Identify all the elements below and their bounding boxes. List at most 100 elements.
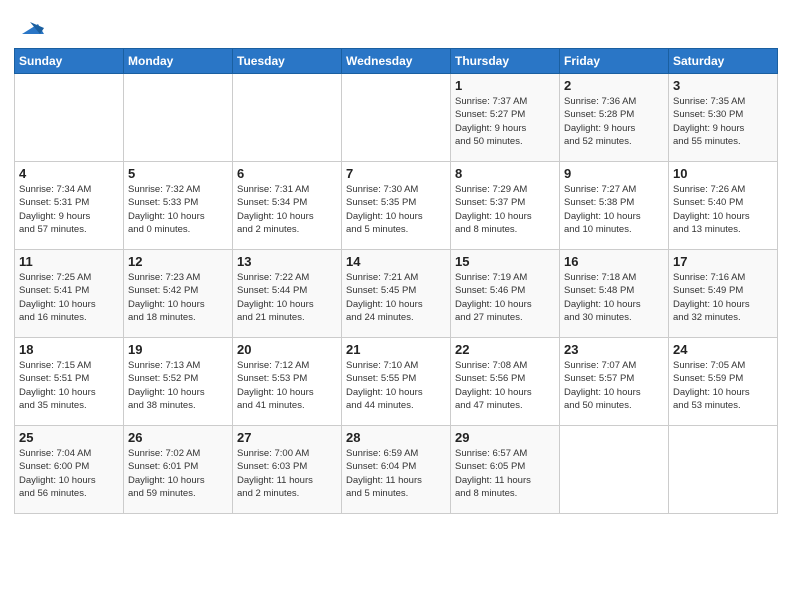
day-number: 4 <box>19 166 119 181</box>
day-number: 16 <box>564 254 664 269</box>
day-info: Sunrise: 7:25 AMSunset: 5:41 PMDaylight:… <box>19 271 119 324</box>
day-number: 15 <box>455 254 555 269</box>
calendar-week-1: 1 Sunrise: 7:37 AMSunset: 5:27 PMDaylight… <box>15 74 778 162</box>
day-info: Sunrise: 7:05 AMSunset: 5:59 PMDaylight:… <box>673 359 773 412</box>
day-number: 27 <box>237 430 337 445</box>
day-number: 1 <box>455 78 555 93</box>
weekday-header-tuesday: Tuesday <box>233 49 342 74</box>
calendar-cell: 19 Sunrise: 7:13 AMSunset: 5:52 PMDayligh… <box>124 338 233 426</box>
calendar-cell: 16 Sunrise: 7:18 AMSunset: 5:48 PMDayligh… <box>560 250 669 338</box>
calendar-cell: 12 Sunrise: 7:23 AMSunset: 5:42 PMDayligh… <box>124 250 233 338</box>
day-number: 24 <box>673 342 773 357</box>
day-info: Sunrise: 7:30 AMSunset: 5:35 PMDaylight:… <box>346 183 446 236</box>
day-info: Sunrise: 7:00 AMSunset: 6:03 PMDaylight:… <box>237 447 337 500</box>
day-number: 3 <box>673 78 773 93</box>
day-number: 17 <box>673 254 773 269</box>
calendar-cell: 29 Sunrise: 6:57 AMSunset: 6:05 PMDayligh… <box>451 426 560 514</box>
calendar-cell: 27 Sunrise: 7:00 AMSunset: 6:03 PMDayligh… <box>233 426 342 514</box>
day-info: Sunrise: 7:23 AMSunset: 5:42 PMDaylight:… <box>128 271 228 324</box>
calendar-table: SundayMondayTuesdayWednesdayThursdayFrid… <box>14 48 778 514</box>
day-number: 13 <box>237 254 337 269</box>
calendar-cell: 8 Sunrise: 7:29 AMSunset: 5:37 PMDaylight… <box>451 162 560 250</box>
day-info: Sunrise: 6:57 AMSunset: 6:05 PMDaylight:… <box>455 447 555 500</box>
day-info: Sunrise: 7:16 AMSunset: 5:49 PMDaylight:… <box>673 271 773 324</box>
calendar-cell: 25 Sunrise: 7:04 AMSunset: 6:00 PMDayligh… <box>15 426 124 514</box>
day-info: Sunrise: 7:22 AMSunset: 5:44 PMDaylight:… <box>237 271 337 324</box>
calendar-cell: 10 Sunrise: 7:26 AMSunset: 5:40 PMDayligh… <box>669 162 778 250</box>
weekday-header-friday: Friday <box>560 49 669 74</box>
day-info: Sunrise: 7:27 AMSunset: 5:38 PMDaylight:… <box>564 183 664 236</box>
calendar-cell: 26Sunrise: 7:02 AMSunset: 6:01 PMDayligh… <box>124 426 233 514</box>
day-number: 9 <box>564 166 664 181</box>
calendar-cell: 22 Sunrise: 7:08 AMSunset: 5:56 PMDayligh… <box>451 338 560 426</box>
day-info: Sunrise: 7:37 AMSunset: 5:27 PMDaylight:… <box>455 95 555 148</box>
calendar-cell: 28 Sunrise: 6:59 AMSunset: 6:04 PMDayligh… <box>342 426 451 514</box>
day-info: Sunrise: 7:19 AMSunset: 5:46 PMDaylight:… <box>455 271 555 324</box>
day-info: Sunrise: 7:21 AMSunset: 5:45 PMDaylight:… <box>346 271 446 324</box>
calendar-week-5: 25 Sunrise: 7:04 AMSunset: 6:00 PMDayligh… <box>15 426 778 514</box>
day-number: 11 <box>19 254 119 269</box>
day-number: 20 <box>237 342 337 357</box>
day-number: 18 <box>19 342 119 357</box>
day-number: 25 <box>19 430 119 445</box>
calendar-cell: 5 Sunrise: 7:32 AMSunset: 5:33 PMDaylight… <box>124 162 233 250</box>
day-info: Sunrise: 7:02 AMSunset: 6:01 PMDaylight:… <box>128 447 228 500</box>
calendar-cell <box>124 74 233 162</box>
day-number: 23 <box>564 342 664 357</box>
calendar-week-4: 18Sunrise: 7:15 AMSunset: 5:51 PMDayligh… <box>15 338 778 426</box>
calendar-cell <box>15 74 124 162</box>
calendar-cell: 3 Sunrise: 7:35 AMSunset: 5:30 PMDaylight… <box>669 74 778 162</box>
day-info: Sunrise: 7:26 AMSunset: 5:40 PMDaylight:… <box>673 183 773 236</box>
day-info: Sunrise: 6:59 AMSunset: 6:04 PMDaylight:… <box>346 447 446 500</box>
day-info: Sunrise: 7:04 AMSunset: 6:00 PMDaylight:… <box>19 447 119 500</box>
logo <box>14 14 44 42</box>
calendar-cell <box>560 426 669 514</box>
weekday-header-row: SundayMondayTuesdayWednesdayThursdayFrid… <box>15 49 778 74</box>
day-number: 29 <box>455 430 555 445</box>
day-number: 14 <box>346 254 446 269</box>
day-info: Sunrise: 7:08 AMSunset: 5:56 PMDaylight:… <box>455 359 555 412</box>
day-info: Sunrise: 7:31 AMSunset: 5:34 PMDaylight:… <box>237 183 337 236</box>
calendar-cell: 17 Sunrise: 7:16 AMSunset: 5:49 PMDayligh… <box>669 250 778 338</box>
calendar-cell: 14 Sunrise: 7:21 AMSunset: 5:45 PMDayligh… <box>342 250 451 338</box>
day-info: Sunrise: 7:07 AMSunset: 5:57 PMDaylight:… <box>564 359 664 412</box>
calendar-cell: 2 Sunrise: 7:36 AMSunset: 5:28 PMDaylight… <box>560 74 669 162</box>
day-info: Sunrise: 7:12 AMSunset: 5:53 PMDaylight:… <box>237 359 337 412</box>
day-number: 12 <box>128 254 228 269</box>
calendar-cell: 18Sunrise: 7:15 AMSunset: 5:51 PMDayligh… <box>15 338 124 426</box>
day-number: 19 <box>128 342 228 357</box>
day-number: 2 <box>564 78 664 93</box>
day-number: 21 <box>346 342 446 357</box>
day-number: 22 <box>455 342 555 357</box>
day-number: 28 <box>346 430 446 445</box>
logo-icon <box>16 14 44 42</box>
day-info: Sunrise: 7:36 AMSunset: 5:28 PMDaylight:… <box>564 95 664 148</box>
calendar-cell: 4 Sunrise: 7:34 AMSunset: 5:31 PMDaylight… <box>15 162 124 250</box>
calendar-cell: 24 Sunrise: 7:05 AMSunset: 5:59 PMDayligh… <box>669 338 778 426</box>
calendar-week-3: 11 Sunrise: 7:25 AMSunset: 5:41 PMDayligh… <box>15 250 778 338</box>
weekday-header-sunday: Sunday <box>15 49 124 74</box>
calendar-cell: 6Sunrise: 7:31 AMSunset: 5:34 PMDaylight… <box>233 162 342 250</box>
weekday-header-thursday: Thursday <box>451 49 560 74</box>
day-info: Sunrise: 7:13 AMSunset: 5:52 PMDaylight:… <box>128 359 228 412</box>
calendar-cell: 23 Sunrise: 7:07 AMSunset: 5:57 PMDayligh… <box>560 338 669 426</box>
calendar-cell: 21 Sunrise: 7:10 AMSunset: 5:55 PMDayligh… <box>342 338 451 426</box>
day-info: Sunrise: 7:35 AMSunset: 5:30 PMDaylight:… <box>673 95 773 148</box>
day-info: Sunrise: 7:10 AMSunset: 5:55 PMDaylight:… <box>346 359 446 412</box>
main-container: SundayMondayTuesdayWednesdayThursdayFrid… <box>0 0 792 520</box>
day-info: Sunrise: 7:18 AMSunset: 5:48 PMDaylight:… <box>564 271 664 324</box>
calendar-cell <box>233 74 342 162</box>
day-number: 10 <box>673 166 773 181</box>
calendar-week-2: 4 Sunrise: 7:34 AMSunset: 5:31 PMDaylight… <box>15 162 778 250</box>
day-number: 5 <box>128 166 228 181</box>
calendar-cell: 1 Sunrise: 7:37 AMSunset: 5:27 PMDaylight… <box>451 74 560 162</box>
calendar-cell: 9 Sunrise: 7:27 AMSunset: 5:38 PMDaylight… <box>560 162 669 250</box>
day-info: Sunrise: 7:34 AMSunset: 5:31 PMDaylight:… <box>19 183 119 236</box>
day-number: 8 <box>455 166 555 181</box>
calendar-cell <box>342 74 451 162</box>
day-info: Sunrise: 7:29 AMSunset: 5:37 PMDaylight:… <box>455 183 555 236</box>
weekday-header-saturday: Saturday <box>669 49 778 74</box>
day-info: Sunrise: 7:32 AMSunset: 5:33 PMDaylight:… <box>128 183 228 236</box>
calendar-cell: 13 Sunrise: 7:22 AMSunset: 5:44 PMDayligh… <box>233 250 342 338</box>
calendar-cell: 11 Sunrise: 7:25 AMSunset: 5:41 PMDayligh… <box>15 250 124 338</box>
